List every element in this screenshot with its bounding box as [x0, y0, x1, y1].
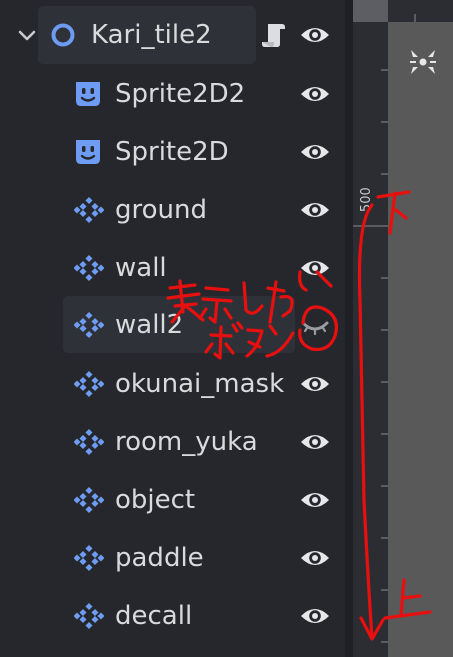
visibility-eye-icon[interactable] — [299, 604, 331, 628]
tilemap-icon — [74, 311, 104, 339]
chevron-down-icon[interactable] — [16, 24, 38, 46]
ruler-label: -500 — [359, 187, 374, 217]
ruler-ticks — [353, 69, 388, 643]
tree-row-sprite2d[interactable]: Sprite2D — [0, 122, 345, 180]
visibility-eye-icon[interactable] — [299, 430, 331, 454]
panel-splitter[interactable] — [345, 0, 353, 657]
visibility-eye-icon[interactable] — [299, 256, 331, 280]
tree-row-wall2[interactable]: wall2 — [0, 296, 345, 354]
tree-row-wall[interactable]: wall — [0, 238, 345, 296]
node-label: paddle — [115, 543, 204, 573]
tilemap-icon — [74, 428, 104, 456]
node-label: decall — [115, 601, 193, 631]
tree-row-room-yuka[interactable]: room_yuka — [0, 412, 345, 470]
visibility-eye-icon[interactable] — [299, 82, 331, 106]
tree-row-okunai-mask[interactable]: okunai_mask — [0, 354, 345, 412]
2d-viewport[interactable] — [388, 22, 453, 657]
visibility-eye-icon[interactable] — [299, 198, 331, 222]
node-label: wall2 — [115, 310, 184, 340]
visibility-eye-icon[interactable] — [299, 546, 331, 570]
horizontal-ruler-ticks — [414, 14, 416, 22]
visibility-eye-icon[interactable] — [299, 23, 331, 47]
godot-editor-fragment: Kari_tile2 Sprite2D2 Sprite2D ground wal… — [0, 0, 453, 657]
node-label: ground — [115, 195, 207, 225]
visibility-eye-icon[interactable] — [299, 488, 331, 512]
tree-row-paddle[interactable]: paddle — [0, 528, 345, 586]
visibility-eye-icon[interactable] — [299, 140, 331, 164]
scene-tree-panel: Kari_tile2 Sprite2D2 Sprite2D ground wal… — [0, 0, 345, 657]
node-label: wall — [115, 253, 167, 283]
visibility-closed-eye-icon[interactable] — [299, 313, 331, 337]
node-label: Kari_tile2 — [91, 20, 212, 50]
tilemap-icon — [74, 196, 104, 224]
node-label: okunai_mask — [115, 369, 285, 399]
sprite2d-icon — [76, 82, 100, 106]
tree-row-decall[interactable]: decall — [0, 586, 345, 644]
sprite2d-icon — [76, 140, 100, 164]
tree-row-object[interactable]: object — [0, 470, 345, 528]
node2d-circle-icon — [51, 23, 75, 47]
node-label: Sprite2D2 — [115, 79, 246, 109]
tilemap-icon — [74, 486, 104, 514]
script-icon[interactable] — [259, 20, 289, 50]
tilemap-icon — [74, 370, 104, 398]
node-label: room_yuka — [115, 427, 258, 457]
tree-row-sprite2d2[interactable]: Sprite2D2 — [0, 64, 345, 122]
tilemap-icon — [74, 544, 104, 572]
tilemap-icon — [74, 602, 104, 630]
center-view-icon[interactable] — [408, 48, 438, 76]
node-label: object — [115, 485, 196, 515]
tilemap-icon — [74, 254, 104, 282]
node-label: Sprite2D — [115, 137, 229, 167]
tree-row-ground[interactable]: ground — [0, 180, 345, 238]
tree-row-kari-tile2[interactable]: Kari_tile2 — [0, 6, 345, 64]
visibility-eye-icon[interactable] — [299, 372, 331, 396]
